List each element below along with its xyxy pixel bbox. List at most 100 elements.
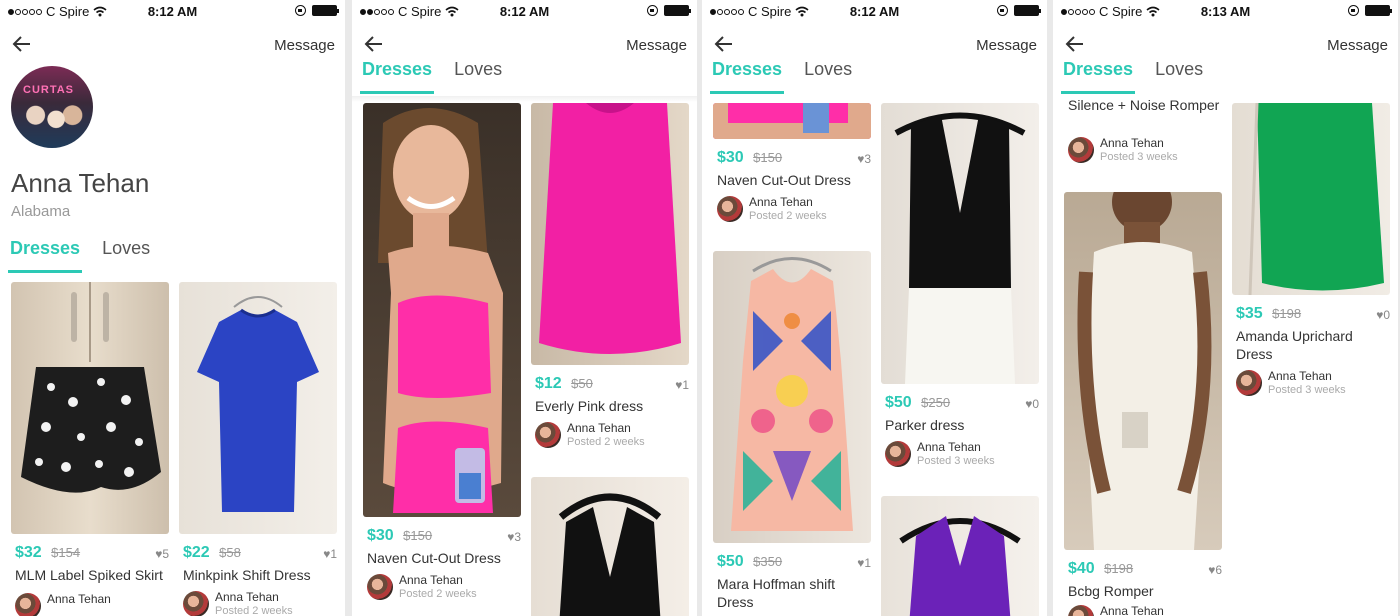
price: $40 [1068, 560, 1095, 577]
seller-info[interactable]: Anna Tehan Posted 3 weeks [1232, 369, 1390, 403]
listing-photo[interactable] [713, 251, 871, 543]
status-right [295, 5, 339, 16]
posted-time: Posted 2 weeks [567, 436, 645, 448]
original-price: $198 [1104, 561, 1134, 576]
nav-bar: Message [702, 28, 1047, 62]
listing-card[interactable]: Silence + Noise Romper Anna Tehan Posted… [1064, 96, 1222, 170]
message-button[interactable]: Message [626, 37, 687, 54]
listing-title[interactable]: Bcbg Romper [1064, 582, 1222, 600]
listing-title[interactable]: Naven Cut-Out Dress [363, 549, 521, 567]
listing-title[interactable]: Minkpink Shift Dress [179, 566, 337, 584]
original-price: $198 [1272, 306, 1302, 321]
seller-avatar [535, 422, 561, 448]
status-time: 8:12 AM [499, 4, 550, 19]
posted-time: Posted 3 weeks [917, 455, 995, 467]
listing-card[interactable]: $12 $50 ♥1 Everly Pink dress Anna Tehan … [531, 103, 689, 455]
phone-screen-dresses-scrolled-2: C Spire 8:13 AM Message Silence + Noise … [1053, 0, 1398, 616]
likes-count[interactable]: ♥0 [1376, 308, 1390, 322]
listing-photo[interactable] [1064, 192, 1222, 550]
back-arrow-icon[interactable] [362, 32, 386, 56]
status-bar: C Spire 8:12 AM [0, 0, 345, 22]
tab-dresses[interactable]: Dresses [359, 59, 435, 94]
seller-name: Anna Tehan [749, 195, 813, 209]
original-price: $250 [921, 395, 951, 410]
back-arrow-icon[interactable] [10, 32, 34, 56]
posted-time: Posted 2 weeks [749, 210, 827, 222]
message-button[interactable]: Message [274, 37, 335, 54]
listing-title[interactable]: Parker dress [881, 416, 1039, 434]
listing-title[interactable]: Everly Pink dress [531, 397, 689, 415]
back-arrow-icon[interactable] [712, 32, 736, 56]
phone-screen-dresses: C Spire 8:12 AM Message Dresses Loves $3… [352, 0, 697, 616]
tab-loves[interactable]: Loves [102, 238, 150, 272]
back-arrow-icon[interactable] [1063, 32, 1087, 56]
likes-count[interactable]: ♥1 [675, 378, 689, 392]
seller-info[interactable]: Anna Tehan Posted 2 weeks [531, 421, 689, 455]
listing-title[interactable]: Silence + Noise Romper [1064, 96, 1222, 132]
price-row: $32 $154 ♥5 [11, 544, 169, 566]
listing-card[interactable]: $50 $350 ♥1 Mara Hoffman shift Dress [713, 251, 871, 611]
likes-count[interactable]: ♥1 [323, 547, 337, 561]
seller-avatar [717, 196, 743, 222]
likes-count[interactable]: ♥3 [507, 530, 521, 544]
status-bar: C Spire 8:12 AM [702, 0, 1047, 22]
listing-card[interactable]: $30 $150 ♥3 Naven Cut-Out Dress Anna Teh… [363, 103, 521, 607]
tab-dresses[interactable]: Dresses [7, 238, 83, 273]
seller-info[interactable]: Anna Tehan [1064, 604, 1222, 616]
seller-avatar [885, 441, 911, 467]
tab-bar: Dresses Loves [709, 59, 1037, 94]
seller-info[interactable]: Anna Tehan Posted 2 weeks [713, 195, 871, 229]
listing-card[interactable]: $22 $58 ♥1 Minkpink Shift Dress Anna Teh… [179, 282, 337, 616]
price-row: $50 $350 ♥1 [713, 553, 871, 575]
listing-photo[interactable] [881, 496, 1039, 616]
pink-dress-person-photo [713, 103, 871, 139]
price-row: $50 $250 ♥0 [881, 394, 1039, 416]
listing-photo[interactable] [11, 282, 169, 534]
seller-info[interactable]: Anna Tehan [11, 592, 169, 616]
seller-avatar [1068, 605, 1094, 616]
listing-card[interactable]: $30 $150 ♥3 Naven Cut-Out Dress Anna Teh… [713, 139, 871, 229]
listing-card[interactable]: $50 $250 ♥0 Parker dress Anna Tehan Post… [881, 103, 1039, 474]
listing-card[interactable]: $40 $198 ♥6 Bcbg Romper Anna Tehan [1064, 192, 1222, 616]
purple-dress-photo [899, 516, 1021, 616]
tab-loves[interactable]: Loves [1155, 59, 1203, 93]
tab-bar: Dresses Loves [359, 59, 687, 94]
seller-avatar [1068, 137, 1094, 163]
listing-photo[interactable] [179, 282, 337, 534]
tab-loves[interactable]: Loves [804, 59, 852, 93]
seller-name: Anna Tehan [1268, 369, 1332, 383]
listing-title[interactable]: Naven Cut-Out Dress [713, 171, 871, 189]
message-button[interactable]: Message [1327, 37, 1388, 54]
tab-dresses[interactable]: Dresses [709, 59, 785, 94]
tab-bar: Dresses Loves [7, 238, 335, 273]
seller-info[interactable]: Anna Tehan Posted 3 weeks [1064, 136, 1222, 170]
seller-name: Anna Tehan [1100, 136, 1164, 150]
listing-title[interactable]: Amanda Uprichard Dress [1232, 327, 1390, 363]
tab-dresses[interactable]: Dresses [1060, 59, 1136, 94]
listing-title[interactable]: Mara Hoffman shift Dress [713, 575, 871, 611]
likes-count[interactable]: ♥3 [857, 152, 871, 166]
original-price: $150 [403, 528, 433, 543]
price-row: $22 $58 ♥1 [179, 544, 337, 566]
seller-info[interactable]: Anna Tehan Posted 2 weeks [179, 590, 337, 616]
listing-card[interactable]: $35 $198 ♥0 Amanda Uprichard Dress Anna … [1232, 103, 1390, 403]
listing-photo[interactable] [363, 103, 521, 517]
likes-count[interactable]: ♥6 [1208, 563, 1222, 577]
likes-count[interactable]: ♥5 [155, 547, 169, 561]
likes-count[interactable]: ♥0 [1025, 397, 1039, 411]
seller-info[interactable]: Anna Tehan Posted 2 weeks [363, 573, 521, 607]
listing-photo[interactable] [881, 103, 1039, 384]
listing-photo[interactable] [713, 103, 871, 139]
listing-card[interactable]: $32 $154 ♥5 MLM Label Spiked Skirt Anna … [11, 282, 169, 616]
listing-photo[interactable] [1232, 103, 1390, 295]
listing-title[interactable]: MLM Label Spiked Skirt [11, 566, 169, 584]
listing-photo[interactable] [531, 477, 689, 616]
rotation-lock-icon [1348, 5, 1359, 16]
seller-info[interactable]: Anna Tehan Posted 3 weeks [881, 440, 1039, 474]
listing-photo[interactable] [531, 103, 689, 365]
battery-icon [1014, 5, 1041, 16]
message-button[interactable]: Message [976, 37, 1037, 54]
skirt-photo [21, 282, 161, 493]
likes-count[interactable]: ♥1 [857, 556, 871, 570]
tab-loves[interactable]: Loves [454, 59, 502, 93]
